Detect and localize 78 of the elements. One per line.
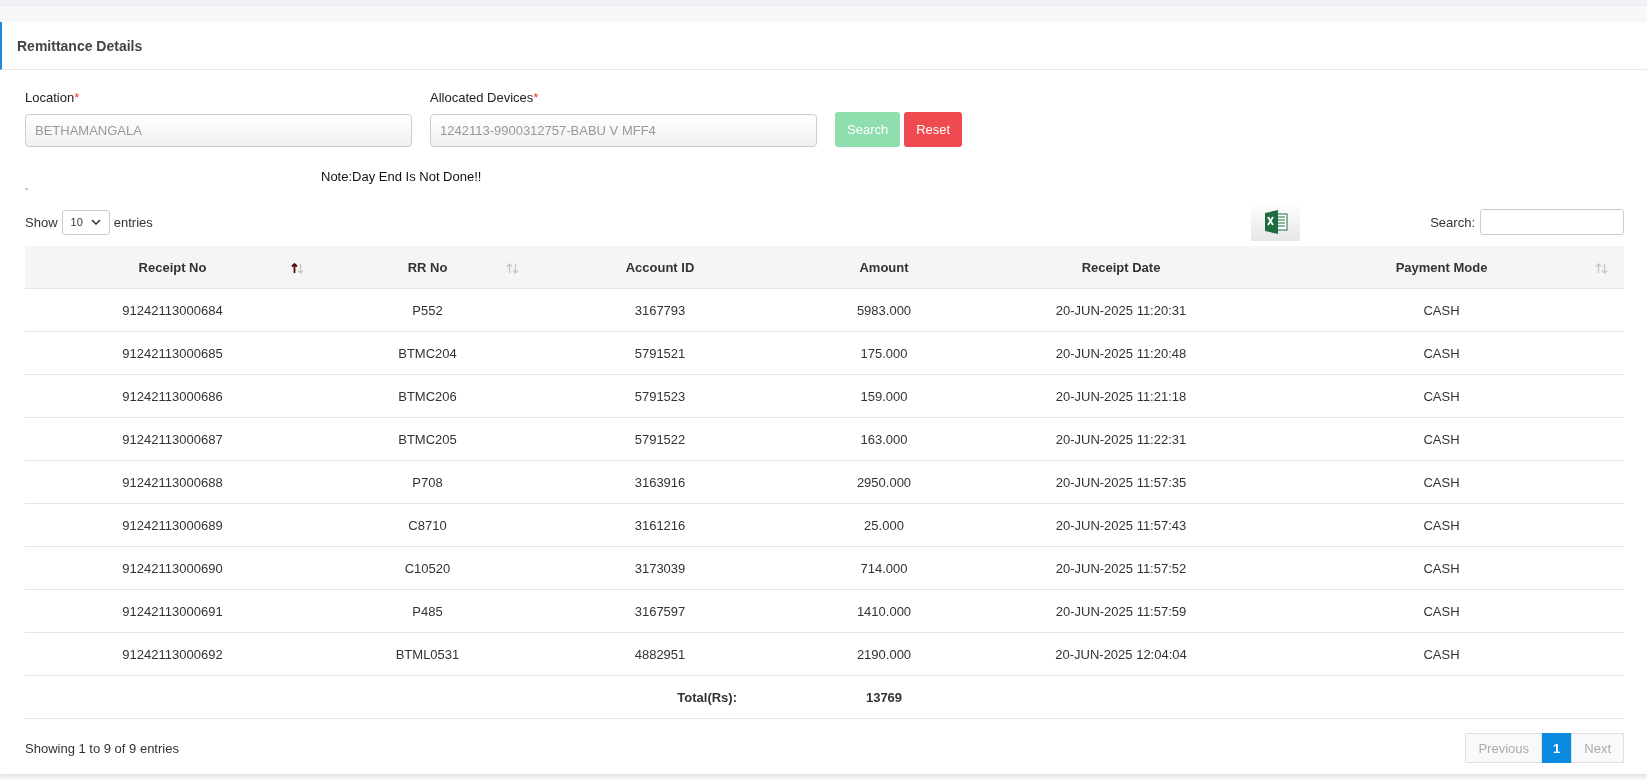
table-cell: 5791521 (634, 345, 686, 361)
table-cell: 2190.000 (856, 646, 912, 662)
total-value: 13769 (865, 689, 903, 705)
table-cell: P708 (412, 474, 443, 490)
table-cell: CASH (1423, 345, 1460, 361)
field-label: Location* (25, 90, 81, 105)
table-cell: 3173039 (634, 560, 686, 576)
table-cell: P485 (412, 603, 443, 619)
table-cell: 3167597 (634, 603, 686, 619)
table-cell: 5791523 (634, 388, 686, 404)
table-cell: 3161216 (634, 517, 686, 533)
table-cell: 91242113000687 (122, 431, 223, 447)
table-cell: 20-JUN-2025 11:22:31 (1055, 431, 1187, 447)
table-cell: 25.000 (864, 517, 904, 533)
search-label: Search: (1430, 214, 1475, 230)
column-header[interactable]: Amount (785, 246, 983, 288)
table-cell: 91242113000684 (122, 302, 223, 318)
column-header[interactable]: Receipt Date (983, 246, 1259, 288)
table-cell: 163.000 (860, 431, 908, 447)
table-cell: 20-JUN-2025 11:57:43 (1055, 517, 1187, 533)
table-cell: 714.000 (860, 560, 908, 576)
spreadsheet-icon (1262, 209, 1289, 235)
column-header[interactable]: Receipt No (25, 246, 320, 288)
entries-info: Showing 1 to 9 of 9 entries (25, 740, 179, 756)
table-cell: 91242113000692 (122, 646, 223, 662)
column-header[interactable]: Account ID (535, 246, 785, 288)
table-cell: 91242113000689 (122, 517, 223, 533)
field-label: Allocated Devices* (430, 90, 540, 105)
table-cell: CASH (1423, 603, 1460, 619)
table-cell: C10520 (404, 560, 451, 576)
table-cell: 175.000 (860, 345, 908, 361)
entries-label: entries (113, 214, 153, 230)
table-cell: 159.000 (860, 388, 908, 404)
table-cell: 5983.000 (856, 302, 912, 318)
table-cell: CASH (1423, 474, 1460, 490)
table-cell: 20-JUN-2025 11:57:52 (1055, 560, 1187, 576)
table-cell: 2950.000 (856, 474, 912, 490)
sort-icon[interactable] (291, 263, 304, 274)
table-cell: 3163916 (634, 474, 686, 490)
note-text: Note:Day End Is Not Done!! (321, 169, 483, 184)
table-cell: 20-JUN-2025 11:20:48 (1055, 345, 1187, 361)
table-cell: 4882951 (634, 646, 686, 662)
chevron-down-icon (90, 219, 101, 225)
table-cell: CASH (1423, 302, 1460, 318)
column-header[interactable]: RR No (320, 246, 535, 288)
table-cell: P552 (412, 302, 443, 318)
total-label: Total(Rs): (677, 689, 737, 705)
search-field[interactable] (1480, 209, 1624, 235)
table-cell: 20-JUN-2025 11:57:35 (1055, 474, 1187, 490)
table-cell: 91242113000686 (122, 388, 223, 404)
table-cell: CASH (1423, 560, 1460, 576)
table-cell: BTMC205 (398, 431, 457, 447)
reset-button[interactable]: Reset (904, 112, 963, 147)
stray-mark: ` (25, 187, 29, 199)
table-cell: CASH (1423, 646, 1460, 662)
page-size-select[interactable]: 10 (61, 209, 110, 235)
table-cell: C8710 (408, 517, 447, 533)
table-cell: CASH (1423, 517, 1460, 533)
table-cell: 5791522 (634, 431, 686, 447)
table-cell: CASH (1423, 388, 1460, 404)
column-header[interactable]: Payment Mode (1259, 246, 1624, 288)
table-cell: BTML0531 (395, 646, 460, 662)
show-label: Show (25, 214, 58, 230)
table-cell: BTMC204 (398, 345, 457, 361)
table-cell: BTMC206 (398, 388, 457, 404)
table-cell: 91242113000691 (122, 603, 223, 619)
table-cell: 20-JUN-2025 12:04:04 (1055, 646, 1187, 662)
table-cell: 91242113000690 (122, 560, 223, 576)
table-cell: 91242113000685 (122, 345, 223, 361)
table-cell: 20-JUN-2025 11:57:59 (1055, 603, 1187, 619)
table-cell: 91242113000688 (122, 474, 223, 490)
card-title: Remittance Details (17, 37, 143, 54)
page-button[interactable]: 1 (1542, 733, 1572, 763)
table-cell: 20-JUN-2025 11:20:31 (1055, 302, 1187, 318)
table-cell: 3167793 (634, 302, 686, 318)
table-cell: CASH (1423, 431, 1460, 447)
table-cell: 20-JUN-2025 11:21:18 (1055, 388, 1187, 404)
table-cell: 1410.000 (856, 603, 912, 619)
